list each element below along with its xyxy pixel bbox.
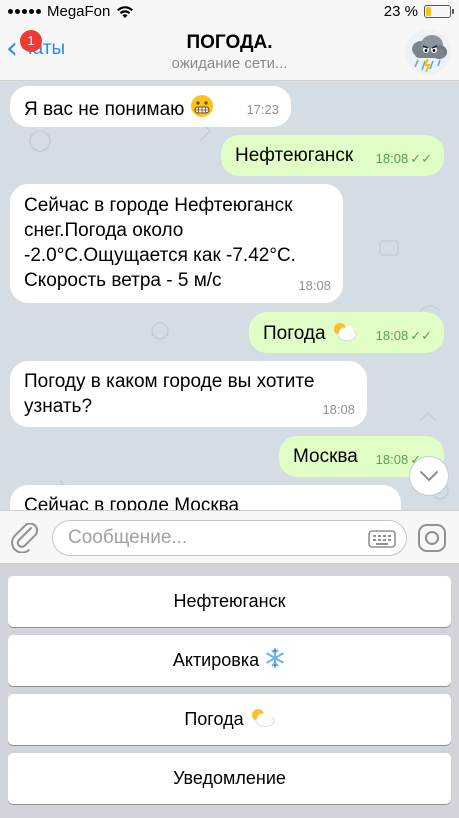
signal-strength-icon	[8, 9, 41, 14]
message-input[interactable]	[68, 527, 348, 549]
bot-reply-keyboard: Нефтеюганск Актировка Погода Уведомление	[0, 564, 459, 818]
snowflake-icon	[264, 638, 286, 689]
message-line: -2.0°С.Ощущается как -7.42°С.	[24, 245, 296, 266]
sun-behind-cloud-icon	[331, 320, 357, 349]
carrier-name: MegaFon	[47, 3, 111, 20]
status-left: MegaFon	[8, 3, 134, 20]
message-text: Нефтеюганск	[235, 145, 354, 166]
chat-history[interactable]: Я вас не понимаю 17:23 Нефтеюганск 18:08…	[0, 81, 459, 510]
message-line: Погоду в каком городе вы хотите	[24, 371, 315, 392]
message-line: Скорость ветра - 5 м/с	[24, 270, 222, 291]
message-incoming[interactable]: Сейчас в городе Москва	[10, 485, 401, 510]
nav-bar: ‹ Чаты 1 ПОГОДА. ожидание сети...	[0, 24, 459, 81]
double-check-icon: ✓✓	[410, 151, 432, 166]
message-text: Погода	[263, 323, 326, 344]
keyboard-button-neftejugansk[interactable]: Нефтеюганск	[8, 576, 451, 627]
message-text: Москва	[293, 446, 358, 467]
message-time-status: 18:08✓✓	[375, 328, 432, 343]
message-time: 18:08	[298, 278, 331, 293]
message-input-field[interactable]	[52, 520, 407, 556]
message-incoming[interactable]: Я вас не понимаю 17:23	[10, 86, 291, 127]
keyboard-button-aktirovka[interactable]: Актировка	[8, 635, 451, 686]
message-text: Я вас не понимаю	[24, 99, 185, 120]
camera-button[interactable]	[417, 523, 447, 558]
message-composer	[0, 510, 459, 564]
connection-status: ожидание сети...	[171, 55, 288, 72]
message-outgoing[interactable]: Нефтеюганск 18:08 ✓✓	[221, 135, 444, 176]
scroll-to-bottom-button[interactable]	[409, 456, 449, 496]
bot-avatar[interactable]	[405, 29, 451, 75]
keyboard-icon[interactable]	[368, 530, 396, 553]
message-text: Сейчас в городе Москва	[24, 495, 240, 510]
battery-percent: 23 %	[383, 3, 418, 20]
message-incoming[interactable]: Сейчас в городе Нефтеюганск снег.Погода …	[10, 184, 343, 303]
camera-icon	[418, 524, 446, 552]
status-bar: MegaFon 23 %	[0, 0, 459, 24]
chevron-down-icon	[420, 471, 438, 482]
message-time: 18:08	[322, 402, 355, 417]
battery-icon	[424, 5, 454, 18]
message-line: снег.Погода около	[24, 220, 184, 241]
wifi-icon	[117, 5, 134, 18]
message-time: 17:23	[246, 102, 279, 117]
message-outgoing[interactable]: Погода 18:08 ✓✓	[249, 312, 444, 353]
status-right: 23 %	[383, 3, 454, 20]
message-time-status: 18:08✓✓	[375, 151, 432, 166]
double-check-icon: ✓✓	[410, 328, 432, 343]
message-line: узнать?	[24, 396, 93, 417]
message-incoming[interactable]: Погоду в каком городе вы хотите узнать? …	[10, 361, 367, 427]
grimace-emoji-icon	[190, 94, 214, 125]
message-line: Сейчас в городе Нефтеюганск	[24, 195, 293, 216]
attach-button[interactable]	[10, 522, 38, 558]
paperclip-icon	[11, 522, 38, 554]
keyboard-button-pogoda[interactable]: Погода	[8, 694, 451, 745]
keyboard-button-uvedomlenie[interactable]: Уведомление	[8, 753, 451, 804]
chat-title[interactable]: ПОГОДА.	[0, 32, 459, 54]
sun-behind-cloud-icon	[249, 697, 275, 748]
